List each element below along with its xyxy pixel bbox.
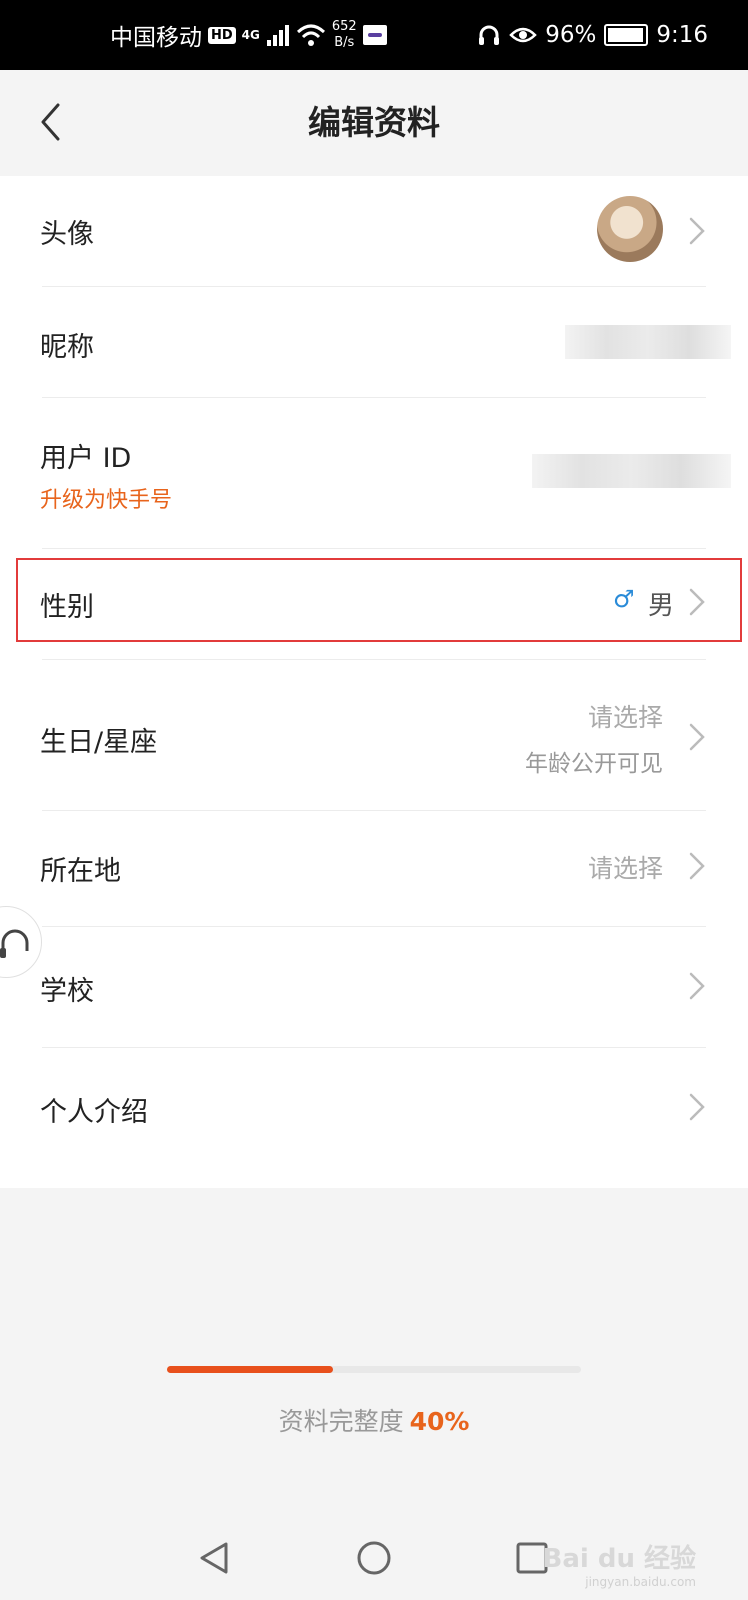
- nickname-row[interactable]: 昵称: [0, 287, 748, 397]
- nav-home-icon[interactable]: [356, 1540, 392, 1576]
- age-visibility-note: 年龄公开可见: [525, 751, 663, 777]
- battery-icon: [604, 24, 649, 46]
- chevron-right-icon: [689, 852, 705, 880]
- avatar: [597, 196, 663, 262]
- chevron-right-icon: [689, 1093, 705, 1121]
- avatar-row[interactable]: 头像: [0, 176, 748, 286]
- location-row[interactable]: 所在地 请选择: [0, 811, 748, 926]
- eye-comfort-icon: [509, 27, 537, 43]
- watermark-url: jingyan.baidu.com: [585, 1575, 696, 1589]
- intro-label: 个人介绍: [40, 1097, 148, 1128]
- signal-icon: [266, 25, 289, 46]
- network-speed: 652 B/s: [332, 19, 357, 51]
- completeness-progress-bar: [167, 1366, 581, 1373]
- watermark-brand: Bai du 经验: [542, 1544, 697, 1574]
- status-bar-right: 96% 9:16: [477, 0, 708, 70]
- wifi-icon: [296, 24, 325, 46]
- chevron-right-icon: [689, 723, 705, 751]
- completeness-progress-fill: [167, 1366, 333, 1373]
- completeness-text: 资料完整度 40%: [0, 1402, 748, 1438]
- hd-badge: HD: [208, 26, 236, 44]
- status-bar: 中国移动 HD 4G 652 B/s 96% 9:16: [0, 0, 748, 70]
- baidu-jingyan-watermark: Bai du 经验 jingyan.baidu.com: [543, 1538, 697, 1589]
- chevron-right-icon: [689, 972, 705, 1000]
- nav-back-icon[interactable]: [196, 1540, 232, 1576]
- intro-row[interactable]: 个人介绍: [0, 1048, 748, 1168]
- completeness-label: 资料完整度: [278, 1407, 404, 1436]
- user-id-row: 用户 ID 升级为快手号: [0, 398, 748, 548]
- school-row[interactable]: 学校: [0, 927, 748, 1047]
- carrier-label: 中国移动: [110, 25, 202, 51]
- headphone-icon: [0, 929, 29, 958]
- battery-percent: 96%: [545, 22, 597, 48]
- page-header: 编辑资料: [0, 70, 748, 176]
- speed-unit: B/s: [334, 35, 355, 50]
- notification-app-icon: [362, 25, 387, 45]
- avatar-label: 头像: [40, 219, 94, 250]
- network-type: 4G: [241, 28, 260, 42]
- nickname-value-blurred: [565, 325, 731, 359]
- birthday-label: 生日/星座: [40, 727, 158, 758]
- user-id-value-blurred: [532, 454, 731, 488]
- location-label: 所在地: [40, 856, 121, 887]
- nickname-label: 昵称: [40, 332, 94, 363]
- gender-highlight-box: [16, 558, 742, 642]
- location-value: 请选择: [587, 854, 663, 883]
- page-title: 编辑资料: [308, 103, 440, 142]
- clock: 9:16: [656, 22, 708, 48]
- school-label: 学校: [40, 976, 94, 1007]
- birthday-value: 请选择: [587, 703, 663, 732]
- speed-value: 652: [331, 19, 357, 34]
- chevron-right-icon: [689, 217, 705, 245]
- headphone-icon: [479, 25, 500, 45]
- profile-edit-list: 头像 昵称 用户 ID 升级为快手号 性别 ♂ 男 生日/星座 请选择 年龄公开…: [0, 176, 748, 1188]
- completeness-percent: 40%: [409, 1407, 470, 1436]
- user-id-label: 用户 ID: [40, 443, 132, 474]
- status-bar-left: 中国移动 HD 4G 652 B/s: [110, 0, 387, 70]
- upgrade-kuaishou-id-link[interactable]: 升级为快手号: [40, 482, 172, 514]
- birthday-row[interactable]: 生日/星座 请选择 年龄公开可见: [0, 660, 748, 810]
